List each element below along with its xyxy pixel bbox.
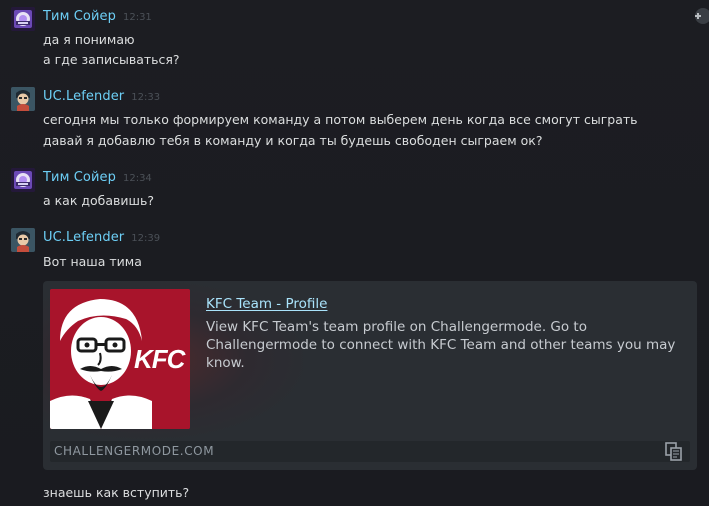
author-name[interactable]: Тим Сойер bbox=[43, 9, 116, 24]
author-name[interactable]: UC.Lefender bbox=[43, 89, 124, 104]
kfc-text: KFC bbox=[134, 344, 185, 374]
user-avatar-icon bbox=[11, 87, 35, 111]
message-header: Тим Сойер 12:34 bbox=[43, 170, 152, 190]
message-text: давай я добавлю тебя в команду и когда т… bbox=[43, 133, 543, 148]
copy-link-icon[interactable] bbox=[665, 442, 683, 461]
add-icon[interactable] bbox=[689, 6, 709, 26]
user-avatar-icon bbox=[11, 228, 35, 252]
timestamp: 12:31 bbox=[122, 12, 152, 23]
message-header: UC.Lefender 12:33 bbox=[43, 89, 160, 109]
link-embed[interactable]: KFC KFC Team - Profile View KFC Team's t… bbox=[43, 281, 697, 470]
avatar[interactable] bbox=[11, 87, 35, 111]
embed-domain[interactable]: CHALLENGERMODE.COM bbox=[54, 444, 214, 458]
message-header: UC.Lefender 12:39 bbox=[43, 230, 160, 250]
author-name[interactable]: UC.Lefender bbox=[43, 230, 124, 245]
avatar[interactable] bbox=[11, 168, 35, 192]
avatar[interactable] bbox=[11, 7, 35, 31]
timestamp: 12:34 bbox=[122, 173, 152, 184]
message-text: знаешь как вступить? bbox=[43, 485, 190, 500]
message-text: а где записываться? bbox=[43, 52, 180, 67]
timestamp: 12:33 bbox=[131, 92, 161, 103]
message-text: Вот наша тима bbox=[43, 254, 142, 269]
embed-footer: CHALLENGERMODE.COM bbox=[50, 441, 690, 462]
embed-title-link[interactable]: KFC Team - Profile bbox=[206, 296, 327, 312]
author-name[interactable]: Тим Сойер bbox=[43, 170, 116, 185]
message-text: а как добавишь? bbox=[43, 193, 154, 208]
user-avatar-icon bbox=[11, 168, 35, 192]
embed-thumbnail[interactable]: KFC bbox=[50, 289, 190, 429]
message-text: сегодня мы только формируем команду а по… bbox=[43, 112, 638, 127]
user-avatar-icon bbox=[11, 7, 35, 31]
message-text: да я понимаю bbox=[43, 32, 135, 47]
timestamp: 12:39 bbox=[131, 233, 161, 244]
chat-log: Тим Сойер 12:31 да я понимаю а где запис… bbox=[0, 0, 709, 506]
embed-description: View KFC Team's team profile on Challeng… bbox=[206, 319, 676, 371]
avatar[interactable] bbox=[11, 228, 35, 252]
message-header: Тим Сойер 12:31 bbox=[43, 9, 152, 29]
